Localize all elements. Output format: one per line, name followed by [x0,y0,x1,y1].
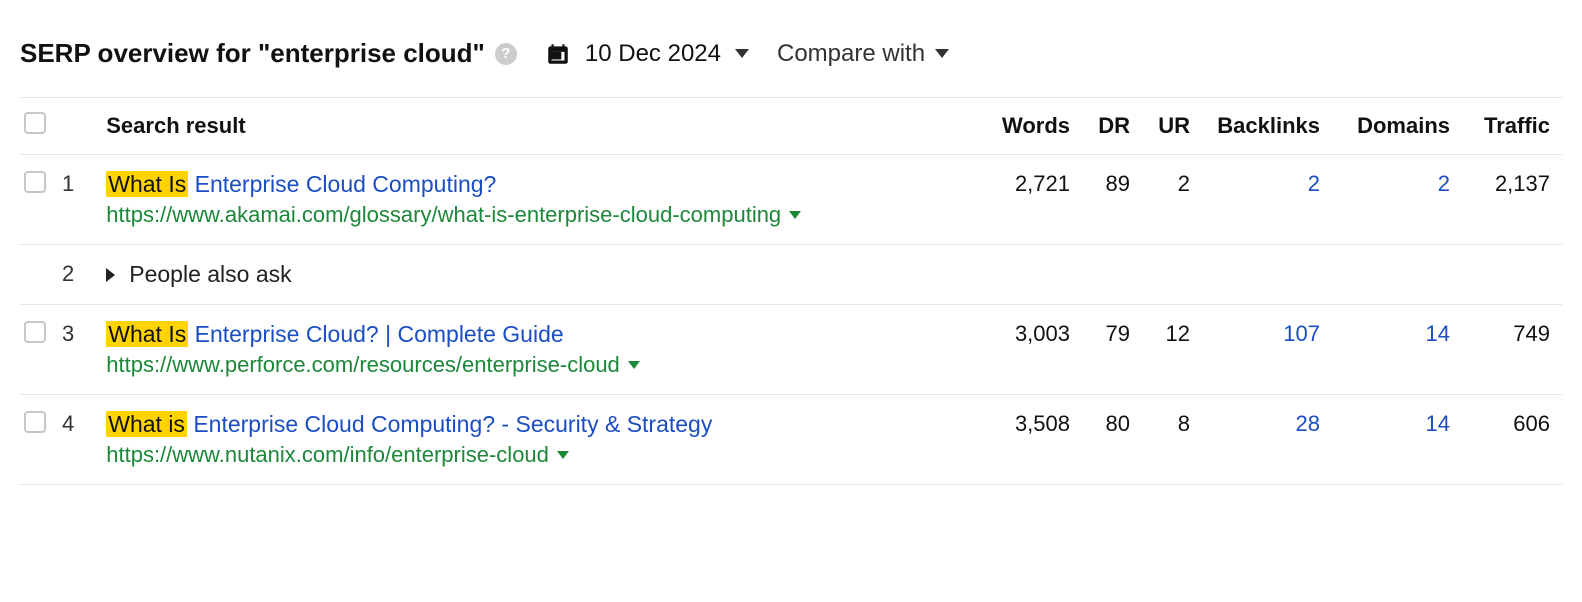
backlinks-value[interactable]: 107 [1202,305,1332,395]
chevron-down-icon[interactable] [789,211,801,219]
calendar-icon [545,41,571,67]
ur-value: 2 [1142,155,1202,245]
url-text: https://www.akamai.com/glossary/what-is-… [106,202,781,228]
col-words[interactable]: Words [990,98,1082,155]
result-title[interactable]: What Is Enterprise Cloud? | Complete Gui… [106,321,978,348]
chevron-down-icon[interactable] [628,361,640,369]
rank: 2 [50,245,94,305]
col-dr[interactable]: DR [1082,98,1142,155]
domains-value[interactable]: 14 [1332,395,1462,485]
url-text: https://www.nutanix.com/info/enterprise-… [106,442,549,468]
compare-label: Compare with [777,40,925,68]
traffic-value: 2,137 [1462,155,1562,245]
words-value: 2,721 [990,155,1082,245]
people-also-ask[interactable]: People also ask [106,261,1550,288]
backlinks-value[interactable]: 2 [1202,155,1332,245]
help-icon[interactable]: ? [495,43,517,65]
col-backlinks[interactable]: Backlinks [1202,98,1332,155]
traffic-value: 749 [1462,305,1562,395]
words-value: 3,003 [990,305,1082,395]
paa-label: People also ask [129,261,291,288]
row-checkbox[interactable] [24,171,46,193]
title-rest: Enterprise Cloud Computing? - Security &… [187,411,712,437]
table-row: 1 What Is Enterprise Cloud Computing? ht… [20,155,1562,245]
chevron-down-icon [935,49,949,58]
rank: 3 [50,305,94,395]
results-table: Search result Words DR UR Backlinks Doma… [20,97,1562,485]
backlinks-value[interactable]: 28 [1202,395,1332,485]
rank: 4 [50,395,94,485]
chevron-right-icon [106,268,115,282]
col-search-result[interactable]: Search result [94,98,990,155]
domains-value[interactable]: 2 [1332,155,1462,245]
col-ur[interactable]: UR [1142,98,1202,155]
result-title[interactable]: What Is Enterprise Cloud Computing? [106,171,978,198]
table-row: 3 What Is Enterprise Cloud? | Complete G… [20,305,1562,395]
result-title[interactable]: What is Enterprise Cloud Computing? - Se… [106,411,978,438]
date-value: 10 Dec 2024 [585,40,721,68]
ur-value: 12 [1142,305,1202,395]
dr-value: 80 [1082,395,1142,485]
col-domains[interactable]: Domains [1332,98,1462,155]
result-url[interactable]: https://www.nutanix.com/info/enterprise-… [106,442,978,468]
ur-value: 8 [1142,395,1202,485]
title-text: SERP overview for "enterprise cloud" [20,38,485,69]
url-text: https://www.perforce.com/resources/enter… [106,352,620,378]
row-checkbox[interactable] [24,321,46,343]
table-row: 2 People also ask [20,245,1562,305]
header: SERP overview for "enterprise cloud" ? 1… [20,20,1562,97]
title-highlight: What Is [106,321,188,347]
row-checkbox[interactable] [24,411,46,433]
title-rest: Enterprise Cloud? | Complete Guide [188,321,563,347]
chevron-down-icon[interactable] [557,451,569,459]
words-value: 3,508 [990,395,1082,485]
result-url[interactable]: https://www.akamai.com/glossary/what-is-… [106,202,978,228]
title-highlight: What is [106,411,187,437]
compare-selector[interactable]: Compare with [777,40,949,68]
table-row: 4 What is Enterprise Cloud Computing? - … [20,395,1562,485]
select-all-checkbox[interactable] [24,112,46,134]
page-title: SERP overview for "enterprise cloud" ? [20,38,517,69]
title-highlight: What Is [106,171,188,197]
chevron-down-icon [735,49,749,58]
dr-value: 79 [1082,305,1142,395]
col-traffic[interactable]: Traffic [1462,98,1562,155]
title-rest: Enterprise Cloud Computing? [188,171,496,197]
domains-value[interactable]: 14 [1332,305,1462,395]
dr-value: 89 [1082,155,1142,245]
date-selector[interactable]: 10 Dec 2024 [545,40,749,68]
result-url[interactable]: https://www.perforce.com/resources/enter… [106,352,978,378]
rank: 1 [50,155,94,245]
traffic-value: 606 [1462,395,1562,485]
